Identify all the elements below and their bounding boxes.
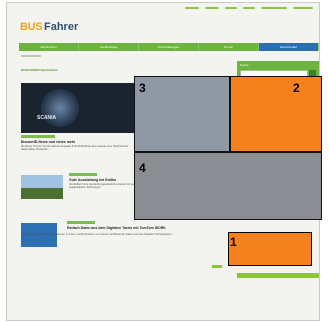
- article-thumbnail[interactable]: [21, 175, 63, 199]
- article-tag: [21, 135, 55, 138]
- nav-item-fahrerbedarf[interactable]: Fahrerbedarf: [259, 43, 319, 51]
- article-tag: [69, 173, 97, 176]
- overlay-label-2: 2: [293, 81, 300, 95]
- overlay-region-2: 2: [230, 76, 322, 152]
- section-title: BUSFAHRER Nachrichten: [21, 68, 58, 72]
- hero-brand-text: SCANIA: [37, 115, 57, 121]
- sidebar-button[interactable]: [237, 273, 319, 278]
- article-title[interactable]: BusworlD-News und vieles mehr: [21, 140, 75, 144]
- top-link[interactable]: [225, 7, 237, 9]
- hero-image[interactable]: SCANIA: [21, 83, 141, 133]
- nav-item-veranstaltungen[interactable]: Veranstaltungen: [139, 43, 199, 51]
- search-title: Suche: [240, 63, 249, 67]
- overlay-label-3: 3: [139, 81, 146, 95]
- logo-bus-text: BUS: [20, 21, 43, 33]
- article-text: Mit dieser Themen für die nächste Ausgab…: [21, 145, 129, 152]
- overlay-region-1: 1: [228, 232, 312, 266]
- nav-item-nachrichten[interactable]: Nachrichten: [19, 43, 79, 51]
- article-title[interactable]: Einfach Daten aus dem Digitalen Tacho mi…: [67, 226, 166, 230]
- site-logo[interactable]: BUS Fahrer: [17, 18, 85, 38]
- nav-item-firmen[interactable]: Firmen: [199, 43, 259, 51]
- overlay-region-4: 4: [134, 152, 322, 220]
- main-navigation: Nachrichten Fachbeiträge Veranstaltungen…: [19, 43, 319, 51]
- article-tag: [67, 221, 95, 224]
- breadcrumb[interactable]: [21, 55, 41, 57]
- overlay-region-3: 3: [134, 76, 230, 152]
- logo-fahrer-text: Fahrer: [44, 21, 79, 33]
- article-title[interactable]: Gute Ausstattung bei Erdlko: [69, 178, 116, 182]
- overlay-label-4: 4: [139, 161, 146, 175]
- top-link[interactable]: [205, 7, 219, 9]
- top-link[interactable]: [185, 7, 199, 9]
- scania-logo-glow: [41, 89, 79, 127]
- top-links[interactable]: [185, 7, 319, 11]
- top-link[interactable]: [243, 7, 255, 9]
- top-link[interactable]: [261, 7, 287, 9]
- article-text: Die Erdlko Firma hat die Busgesellschaft…: [69, 183, 135, 190]
- nav-item-fachbeitraege[interactable]: Fachbeiträge: [79, 43, 139, 51]
- top-link[interactable]: [293, 7, 313, 9]
- more-link[interactable]: [212, 265, 222, 268]
- article-text: Ab sofort ist es möglich, Informationen …: [21, 233, 174, 236]
- overlay-label-1: 1: [230, 235, 237, 249]
